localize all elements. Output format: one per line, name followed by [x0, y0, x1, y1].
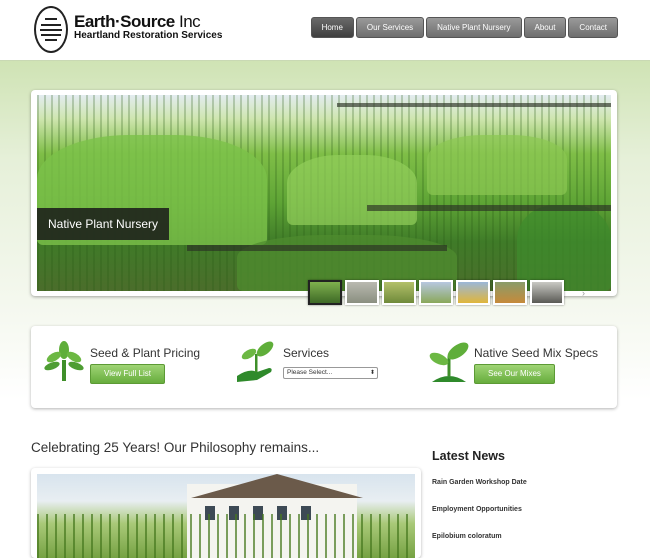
- news-item-link[interactable]: Epilobium coloratum: [432, 533, 502, 540]
- tree-icon: [44, 341, 84, 381]
- philosophy-photo-frame: [31, 468, 421, 558]
- logo-tagline: Heartland Restoration Services: [74, 30, 223, 41]
- philosophy-heading: Celebrating 25 Years! Our Philosophy rem…: [31, 440, 320, 455]
- hero-slider: Native Plant Nursery: [31, 90, 617, 296]
- pricing-title: Seed & Plant Pricing: [90, 346, 201, 360]
- nav-native-plant-nursery[interactable]: Native Plant Nursery: [426, 17, 522, 38]
- thumbnail-6[interactable]: [493, 280, 527, 305]
- slide-caption: Native Plant Nursery: [37, 208, 170, 240]
- view-full-list-button[interactable]: View Full List: [90, 364, 165, 384]
- news-item-link[interactable]: Employment Opportunities: [432, 506, 522, 513]
- hand-sprout-icon: [237, 341, 274, 382]
- thumbnail-2[interactable]: [345, 280, 379, 305]
- main-nav: Home Our Services Native Plant Nursery A…: [310, 17, 618, 38]
- nursery-photo[interactable]: [37, 95, 611, 291]
- services-select[interactable]: Please Select... ⬍: [283, 367, 378, 379]
- thumbnail-1[interactable]: [308, 280, 342, 305]
- latest-news-heading: Latest News: [432, 449, 505, 463]
- nav-contact[interactable]: Contact: [568, 17, 618, 38]
- thumbnail-strip: [308, 280, 564, 305]
- select-arrows-icon: ⬍: [369, 370, 375, 376]
- services-title: Services: [283, 346, 330, 360]
- nav-home[interactable]: Home: [310, 17, 354, 38]
- thumbnail-7[interactable]: [530, 280, 564, 305]
- sprout-icon: [429, 342, 469, 382]
- services-select-value: Please Select...: [287, 369, 333, 376]
- logo-suffix: Inc: [178, 12, 201, 31]
- seed-mix-title: Native Seed Mix Specs: [474, 346, 599, 360]
- nav-our-services[interactable]: Our Services: [355, 17, 425, 38]
- nav-about[interactable]: About: [523, 17, 567, 38]
- thumbnail-3[interactable]: [382, 280, 416, 305]
- thumbnail-4[interactable]: [419, 280, 453, 305]
- farmhouse-photo[interactable]: [37, 474, 415, 558]
- logo-name: Earth·Source: [74, 12, 175, 31]
- news-item-link[interactable]: Rain Garden Workshop Date: [432, 479, 527, 486]
- thumbnail-5[interactable]: [456, 280, 490, 305]
- logo-emblem-icon[interactable]: [34, 6, 68, 53]
- thumbnail-next-icon[interactable]: ›: [582, 288, 585, 298]
- see-our-mixes-button[interactable]: See Our Mixes: [474, 364, 555, 384]
- site-header: Earth·Source Inc Heartland Restoration S…: [0, 0, 650, 61]
- logo-title[interactable]: Earth·Source Inc: [74, 12, 201, 32]
